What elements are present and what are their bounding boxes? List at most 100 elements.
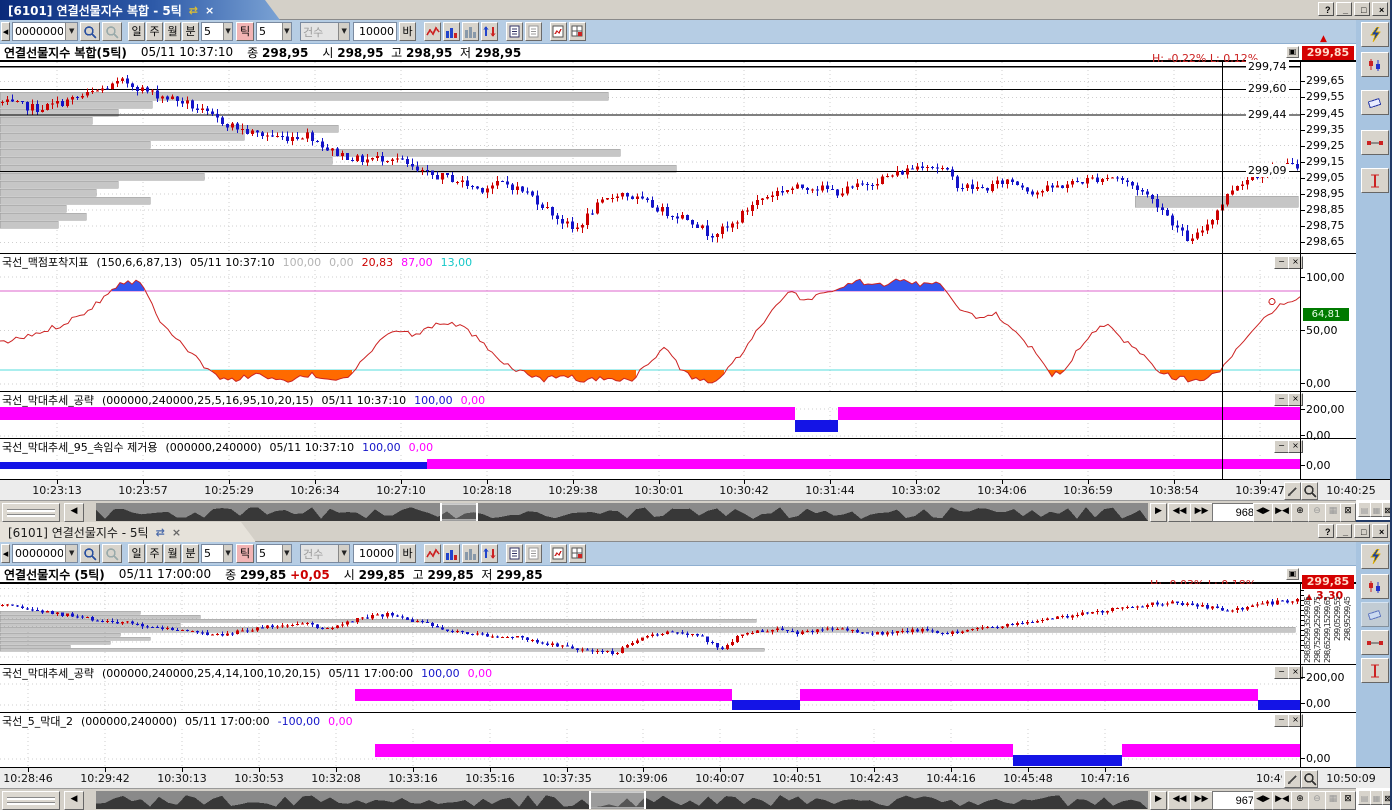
tick-button[interactable]: 틱 — [236, 544, 254, 563]
report-icon[interactable] — [506, 22, 523, 41]
quantity-combo[interactable] — [353, 544, 397, 563]
chevron-down-icon[interactable]: ▼ — [65, 23, 77, 40]
refresh-lightning-icon[interactable] — [1361, 544, 1389, 569]
collapse-toolbar-button[interactable]: ◂ — [1, 22, 10, 41]
fast-forward-button[interactable]: ▶▶ — [1190, 791, 1213, 810]
grid-settings-icon[interactable] — [569, 544, 586, 563]
zoom-in-button[interactable]: ⊕ — [1291, 791, 1309, 810]
bar-unit-button[interactable]: 바 — [399, 22, 416, 41]
fast-forward-button[interactable]: ▶▶ — [1190, 503, 1213, 522]
window-bottom-tab[interactable]: [6101] 연결선물지수 - 5틱 ⇄ × — [0, 522, 256, 542]
chevron-down-icon[interactable]: ▼ — [282, 545, 291, 562]
search-prev-button[interactable] — [102, 544, 122, 563]
close-chart-button[interactable]: ⊠ — [1340, 791, 1356, 810]
maximize-button[interactable]: □ — [1354, 2, 1370, 16]
symbol-code-input[interactable] — [13, 545, 65, 562]
chart-report-icon[interactable] — [550, 22, 567, 41]
symbol-code-input[interactable] — [13, 23, 65, 40]
period-button-day[interactable]: 일 — [128, 544, 145, 563]
chevron-down-icon[interactable]: ▼ — [223, 545, 232, 562]
draw-pencil-button[interactable] — [1284, 770, 1301, 788]
zoom-in-button[interactable]: ⊕ — [1291, 503, 1309, 522]
panel-minimize-button[interactable]: − — [1274, 714, 1289, 727]
volume-chart-icon[interactable] — [443, 22, 460, 41]
link-icon[interactable]: ⇄ — [156, 526, 165, 539]
chart-style-icon[interactable] — [424, 22, 441, 41]
scroll-left-button[interactable]: ◀ — [64, 791, 84, 810]
bar-chart-icon[interactable] — [462, 544, 479, 563]
symbol-code-combo[interactable]: ▼ — [12, 544, 78, 563]
tick-combo[interactable]: ▼ — [256, 544, 292, 563]
period-button-minute[interactable]: 분 — [182, 544, 199, 563]
tick-value-input[interactable] — [257, 23, 282, 40]
close-button[interactable]: × — [1372, 2, 1388, 16]
link-icon[interactable]: ⇄ — [189, 4, 198, 17]
period-button-week[interactable]: 주 — [146, 544, 163, 563]
eraser-icon[interactable] — [1361, 90, 1389, 115]
close-button[interactable]: × — [1372, 524, 1388, 538]
scrollbar-grip[interactable] — [2, 503, 60, 522]
close-icon[interactable]: ⊠ — [1382, 790, 1392, 805]
trend-band-chart[interactable] — [0, 407, 1300, 438]
eraser-icon[interactable] — [1361, 602, 1389, 627]
sort-updown-icon[interactable] — [481, 544, 498, 563]
period-button-month[interactable]: 월 — [164, 544, 181, 563]
chevron-down-icon[interactable]: ▼ — [223, 23, 232, 40]
tab-close-icon[interactable]: × — [172, 526, 181, 539]
trendline-icon[interactable] — [1361, 630, 1389, 655]
tab-close-icon[interactable]: × — [205, 4, 214, 17]
candlestick-chart[interactable] — [0, 584, 1300, 665]
scroll-left-button[interactable]: ◀ — [64, 503, 84, 522]
panel-minimize-button[interactable]: − — [1274, 440, 1289, 453]
minute-combo[interactable]: ▼ — [201, 544, 233, 563]
maximize-button[interactable]: □ — [1354, 524, 1370, 538]
refresh-lightning-icon[interactable] — [1361, 22, 1389, 47]
minute-value-input[interactable] — [202, 23, 223, 40]
period-button-minute[interactable]: 분 — [182, 22, 199, 41]
panel-minimize-button[interactable]: − — [1274, 256, 1289, 269]
close-icon[interactable]: ⊠ — [1382, 502, 1392, 517]
search-button[interactable] — [80, 22, 100, 41]
oscillator-chart[interactable] — [0, 270, 1300, 391]
scroll-right-button[interactable]: ▶ — [1150, 503, 1167, 522]
candlestick-chart[interactable] — [0, 62, 1300, 254]
scrollbar-grip[interactable] — [2, 791, 60, 810]
panel-restore-icon[interactable]: ▣ — [1286, 46, 1299, 58]
crosshair-cursor-line[interactable] — [1222, 62, 1223, 479]
search-prev-button[interactable] — [102, 22, 122, 41]
go-to-end-button[interactable]: ▶◀ — [1272, 791, 1292, 810]
search-button[interactable] — [80, 544, 100, 563]
vertical-line-icon[interactable] — [1361, 168, 1389, 193]
bar-unit-button[interactable]: 바 — [399, 544, 416, 563]
grid-settings-icon[interactable] — [569, 22, 586, 41]
report-icon[interactable] — [506, 544, 523, 563]
period-button-day[interactable]: 일 — [128, 22, 145, 41]
period-button-week[interactable]: 주 — [146, 22, 163, 41]
chevron-down-icon[interactable]: ▼ — [282, 23, 291, 40]
vertical-line-icon[interactable] — [1361, 658, 1389, 683]
candle-edit-icon[interactable] — [1361, 52, 1389, 77]
quantity-input[interactable] — [354, 545, 396, 562]
panel-minimize-button[interactable]: − — [1274, 666, 1289, 679]
tick-button[interactable]: 틱 — [236, 22, 254, 41]
volume-chart-icon[interactable] — [443, 544, 460, 563]
chart-report-icon[interactable] — [550, 544, 567, 563]
bar-count-input[interactable] — [1212, 791, 1258, 810]
rewind-button[interactable]: ◀◀ — [1168, 791, 1191, 810]
tick-combo[interactable]: ▼ — [256, 22, 292, 41]
rewind-button[interactable]: ◀◀ — [1168, 503, 1191, 522]
go-to-end-button[interactable]: ▶◀ — [1272, 503, 1292, 522]
chevron-down-icon[interactable]: ▼ — [65, 545, 77, 562]
trend-band-chart[interactable] — [0, 681, 1300, 712]
panel-minimize-button[interactable]: − — [1274, 393, 1289, 406]
panel-restore-icon[interactable]: ▣ — [1286, 568, 1299, 580]
step-pair-button[interactable]: ◀▶ — [1253, 503, 1273, 522]
candle-edit-icon[interactable] — [1361, 574, 1389, 599]
help-button[interactable]: ? — [1318, 524, 1334, 538]
quantity-combo[interactable] — [353, 22, 397, 41]
chart-style-icon[interactable] — [424, 544, 441, 563]
trend-band-chart[interactable] — [0, 455, 1300, 479]
tick-value-input[interactable] — [257, 545, 282, 562]
quantity-input[interactable] — [354, 23, 396, 40]
close-chart-button[interactable]: ⊠ — [1340, 503, 1356, 522]
